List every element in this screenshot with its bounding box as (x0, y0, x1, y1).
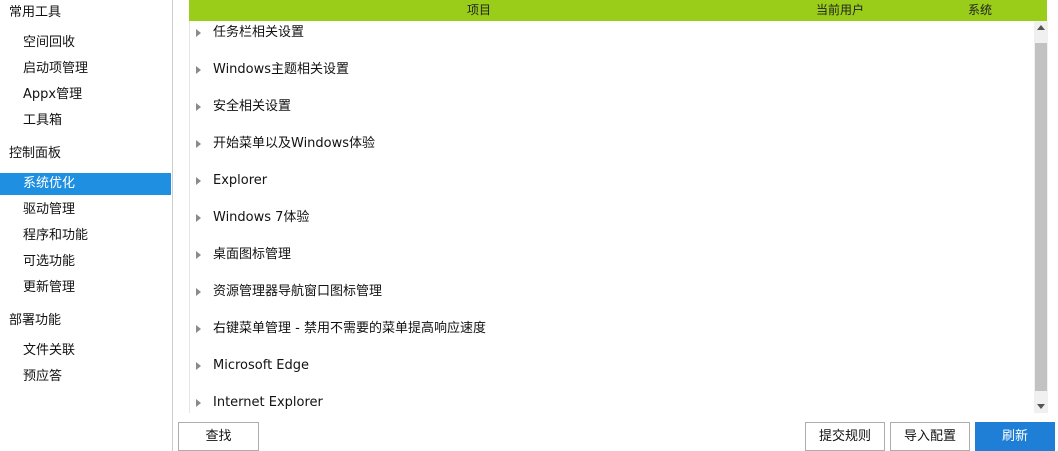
tree-row[interactable]: Windows主题相关设置 (190, 58, 1033, 95)
tree-row[interactable]: Explorer (190, 169, 1033, 206)
tree-row[interactable]: Windows 7体验 (190, 206, 1033, 243)
tree-row-label: Windows主题相关设置 (213, 62, 350, 77)
expand-arrow-icon[interactable] (196, 251, 201, 259)
tree-row-label: Internet Explorer (213, 395, 323, 410)
expand-arrow-icon[interactable] (196, 66, 201, 74)
tree-row-label: Explorer (213, 173, 268, 188)
scrollbar-thumb[interactable] (1035, 43, 1047, 391)
expand-arrow-icon[interactable] (196, 399, 201, 407)
sidebar-item-unattend[interactable]: 预应答 (0, 366, 171, 388)
expand-arrow-icon[interactable] (196, 288, 201, 296)
tree-row-label: 安全相关设置 (213, 99, 292, 114)
expand-arrow-icon[interactable] (196, 140, 201, 148)
find-button[interactable]: 查找 (178, 422, 259, 451)
tree-row[interactable]: Internet Explorer (190, 391, 1033, 413)
tree-row-label: 任务栏相关设置 (213, 25, 305, 40)
sidebar-item-driver-manager[interactable]: 驱动管理 (0, 199, 171, 221)
expand-arrow-icon[interactable] (196, 29, 201, 37)
sidebar-item-startup-manager[interactable]: 启动项管理 (0, 58, 171, 80)
group-title-control-panel: 控制面板 (9, 146, 62, 161)
tree-row[interactable]: 开始菜单以及Windows体验 (190, 132, 1033, 169)
column-header-current-user[interactable]: 当前用户 (816, 0, 864, 21)
sidebar-item-file-association[interactable]: 文件关联 (0, 340, 171, 362)
sidebar-item-update-manager[interactable]: 更新管理 (0, 277, 171, 299)
expand-arrow-icon[interactable] (196, 325, 201, 333)
sidebar: 常用工具 空间回收 启动项管理 Appx管理 工具箱 控制面板 系统优化 驱动管… (0, 0, 173, 451)
expand-arrow-icon[interactable] (196, 177, 201, 185)
scroll-down-arrow-icon[interactable] (1037, 404, 1045, 409)
tree-row[interactable]: 桌面图标管理 (190, 243, 1033, 280)
tree-row-label: 桌面图标管理 (213, 247, 292, 262)
tree-row-label: 资源管理器导航窗口图标管理 (213, 284, 383, 299)
sidebar-item-programs-features[interactable]: 程序和功能 (0, 225, 171, 247)
column-header-item[interactable]: 项目 (467, 0, 491, 21)
sidebar-item-space-recovery[interactable]: 空间回收 (0, 32, 171, 54)
tree-row[interactable]: 安全相关设置 (190, 95, 1033, 132)
import-config-button[interactable]: 导入配置 (890, 422, 970, 451)
column-header-system[interactable]: 系统 (968, 0, 992, 21)
sidebar-item-optional-features[interactable]: 可选功能 (0, 251, 171, 273)
tree-row-label: 开始菜单以及Windows体验 (213, 136, 376, 151)
tree-row[interactable]: Microsoft Edge (190, 354, 1033, 391)
tree-row[interactable]: 资源管理器导航窗口图标管理 (190, 280, 1033, 317)
tree-row[interactable]: 任务栏相关设置 (190, 21, 1033, 58)
submit-rules-button[interactable]: 提交规则 (805, 422, 885, 451)
tree-row-label: 右键菜单管理 - 禁用不需要的菜单提高响应速度 (213, 321, 486, 336)
scroll-up-arrow-icon[interactable] (1037, 25, 1045, 30)
expand-arrow-icon[interactable] (196, 103, 201, 111)
sidebar-item-toolbox[interactable]: 工具箱 (0, 110, 171, 132)
group-title-deployment: 部署功能 (9, 313, 62, 328)
vertical-scrollbar[interactable] (1034, 21, 1048, 413)
sidebar-item-appx-manager[interactable]: Appx管理 (0, 84, 171, 106)
tree-row[interactable]: 右键菜单管理 - 禁用不需要的菜单提高响应速度 (190, 317, 1033, 354)
tree-row-label: Windows 7体验 (213, 210, 310, 225)
table-header: 项目 当前用户 系统 (189, 0, 1047, 21)
group-title-common-tools: 常用工具 (9, 5, 62, 20)
sidebar-item-system-optimization[interactable]: 系统优化 (0, 173, 171, 195)
refresh-button[interactable]: 刷新 (975, 422, 1055, 451)
settings-tree-list: 任务栏相关设置 Windows主题相关设置 安全相关设置 开始菜单以及Windo… (189, 21, 1033, 413)
expand-arrow-icon[interactable] (196, 214, 201, 222)
tree-row-label: Microsoft Edge (213, 358, 310, 373)
expand-arrow-icon[interactable] (196, 362, 201, 370)
